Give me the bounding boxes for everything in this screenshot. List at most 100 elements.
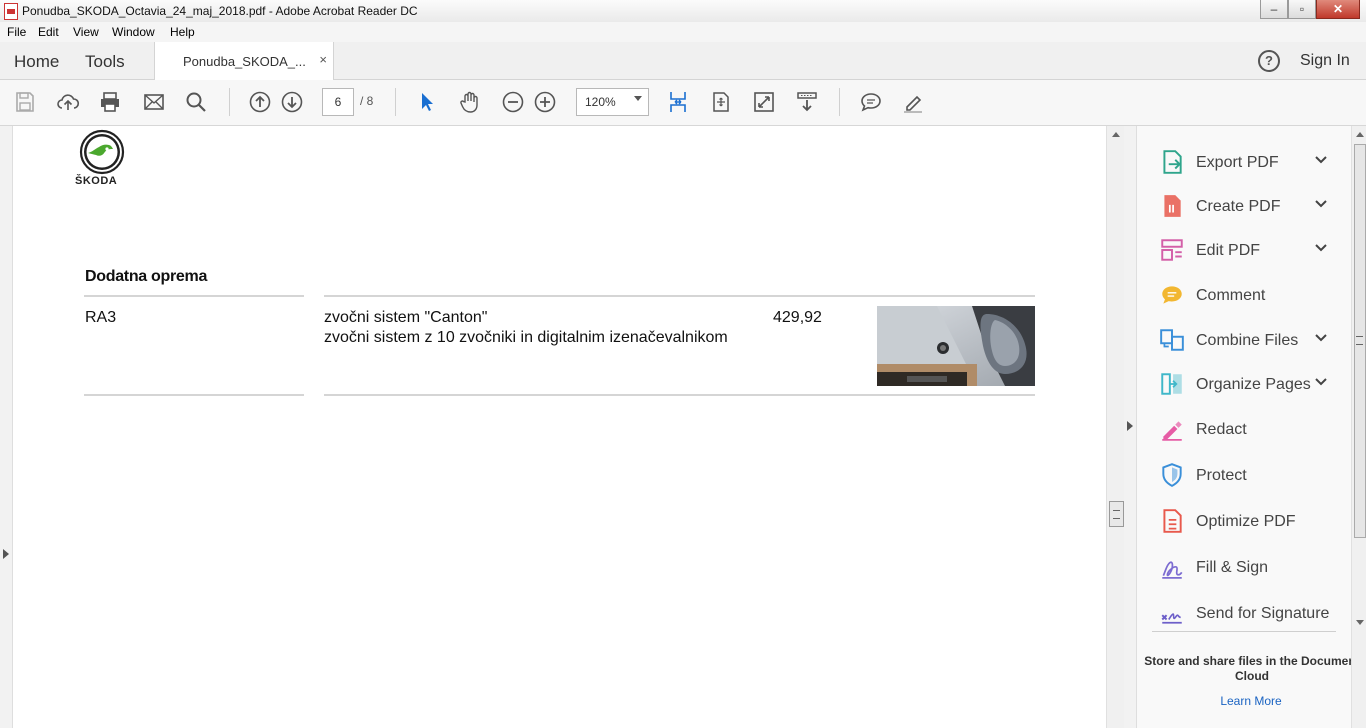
tool-item-create-pdf[interactable]: Create PDF <box>1137 185 1351 225</box>
divider <box>84 394 304 396</box>
zoom-out-icon[interactable] <box>499 88 527 116</box>
title-bar: Ponudba_SKODA_Octavia_24_maj_2018.pdf - … <box>0 0 1366 23</box>
chevron-down-icon <box>634 96 642 101</box>
tool-item-export-pdf[interactable]: Export PDF <box>1137 141 1351 181</box>
tool-item-send-for-signature[interactable]: Send for Signature <box>1137 592 1351 632</box>
select-tool-icon[interactable] <box>413 88 441 116</box>
print-icon[interactable] <box>96 88 124 116</box>
chevron-down-icon[interactable] <box>1313 375 1329 389</box>
tool-item-label: Fill & Sign <box>1196 559 1269 576</box>
tool-item-comment[interactable]: Comment <box>1137 274 1351 314</box>
chevron-down-icon[interactable] <box>1313 331 1329 345</box>
send-signature-icon <box>1161 613 1182 624</box>
divider <box>84 295 304 297</box>
learn-more-link[interactable]: Learn More <box>1137 694 1365 708</box>
tool-item-edit-pdf[interactable]: Edit PDF <box>1137 229 1351 269</box>
comment-icon[interactable] <box>857 88 885 116</box>
toolbar-separator <box>229 88 230 116</box>
sign-in-link[interactable]: Sign In <box>1300 52 1350 70</box>
tool-item-optimize-pdf[interactable]: Optimize PDF <box>1137 500 1351 540</box>
scroll-up-icon[interactable] <box>1356 132 1364 137</box>
document-tab-label: Ponudba_SKODA_... <box>183 54 306 69</box>
skoda-wordmark: ŠKODA <box>75 175 118 187</box>
menu-file[interactable]: File <box>7 25 26 39</box>
collapse-right-icon <box>1127 421 1133 431</box>
previous-page-icon[interactable] <box>246 88 274 116</box>
page-total-label: / 8 <box>360 94 374 108</box>
full-screen-icon[interactable] <box>750 88 778 116</box>
tool-item-label: Comment <box>1196 287 1266 304</box>
protect-icon <box>1162 463 1182 487</box>
fit-page-icon[interactable] <box>664 88 692 116</box>
organize-pages-icon <box>1161 373 1182 395</box>
upload-cloud-icon[interactable] <box>54 88 82 116</box>
document-view[interactable] <box>0 126 1106 728</box>
menu-view[interactable]: View <box>73 25 99 39</box>
tool-item-label: Protect <box>1196 467 1247 484</box>
zoom-select[interactable]: 120% <box>576 88 649 116</box>
minimize-button[interactable]: – <box>1260 0 1288 19</box>
tools-pane-scrollbar[interactable] <box>1351 126 1366 728</box>
acrobat-app-icon <box>4 3 18 20</box>
maximize-button[interactable]: ▫ <box>1288 0 1316 19</box>
tool-item-label: Export PDF <box>1196 154 1279 171</box>
scroll-thumb[interactable] <box>1109 501 1124 527</box>
tools-tab[interactable]: Tools <box>85 52 125 72</box>
tool-item-label: Optimize PDF <box>1196 513 1296 530</box>
option-description: zvočni sistem z 10 zvočniki in digitalni… <box>324 329 728 346</box>
right-pane-toggle[interactable] <box>1124 126 1137 728</box>
tab-bar: Home Tools Ponudba_SKODA_... × <box>0 42 1366 80</box>
tools-pane: Store and share files in the Document Cl… <box>1137 126 1360 728</box>
next-page-icon[interactable] <box>278 88 306 116</box>
search-icon[interactable] <box>182 88 210 116</box>
comment-icon <box>1162 286 1182 304</box>
tool-item-label: Edit PDF <box>1196 242 1261 259</box>
section-title: Dodatna oprema <box>85 268 208 285</box>
combine-files-icon <box>1160 329 1184 351</box>
tool-item-protect[interactable]: Protect <box>1137 454 1351 494</box>
tool-item-redact[interactable]: Redact <box>1137 408 1351 448</box>
option-name: zvočni sistem "Canton" <box>324 309 488 326</box>
close-tab-icon[interactable]: × <box>319 52 327 67</box>
speaker-photo <box>877 306 1035 386</box>
tool-item-label: Create PDF <box>1196 198 1281 215</box>
help-icon[interactable]: ? <box>1258 50 1280 72</box>
export-pdf-icon <box>1163 150 1182 174</box>
scroll-grip <box>1356 336 1363 345</box>
chevron-down-icon[interactable] <box>1313 197 1329 211</box>
tool-item-label: Redact <box>1196 421 1247 438</box>
scroll-down-icon[interactable] <box>1356 620 1364 625</box>
tool-item-fill-sign[interactable]: Fill & Sign <box>1137 546 1351 586</box>
page-number-input[interactable]: 6 <box>322 88 354 116</box>
save-icon[interactable] <box>11 88 39 116</box>
window-title: Ponudba_SKODA_Octavia_24_maj_2018.pdf - … <box>22 4 418 18</box>
menu-window[interactable]: Window <box>112 25 155 39</box>
tool-item-label: Combine Files <box>1196 332 1299 349</box>
hand-tool-icon[interactable] <box>456 88 484 116</box>
menu-edit[interactable]: Edit <box>38 25 59 39</box>
menu-help[interactable]: Help <box>170 25 195 39</box>
document-tab[interactable]: Ponudba_SKODA_... × <box>154 42 334 80</box>
chevron-down-icon[interactable] <box>1313 241 1329 255</box>
toolbar-separator <box>839 88 840 116</box>
expand-left-icon <box>3 549 9 559</box>
chevron-down-icon[interactable] <box>1313 153 1329 167</box>
close-window-button[interactable]: ✕ <box>1316 0 1360 19</box>
toolbar <box>0 80 1366 126</box>
left-panel-toggle[interactable] <box>0 126 13 728</box>
create-pdf-icon <box>1164 195 1181 217</box>
home-tab[interactable]: Home <box>14 52 59 72</box>
email-icon[interactable] <box>140 88 168 116</box>
fill-sign-icon <box>1162 561 1183 579</box>
tool-item-label: Send for Signature <box>1196 605 1330 622</box>
document-scrollbar[interactable] <box>1106 126 1125 728</box>
zoom-in-icon[interactable] <box>531 88 559 116</box>
tool-item-organize-pages[interactable]: Organize Pages <box>1137 363 1351 403</box>
scroll-up-icon[interactable] <box>1112 132 1120 137</box>
rotate-view-icon[interactable] <box>707 88 735 116</box>
highlight-pen-icon[interactable] <box>899 88 927 116</box>
tool-item-combine-files[interactable]: Combine Files <box>1137 319 1351 359</box>
zoom-value: 120% <box>585 95 616 109</box>
read-mode-icon[interactable] <box>793 88 821 116</box>
divider <box>324 295 1035 297</box>
